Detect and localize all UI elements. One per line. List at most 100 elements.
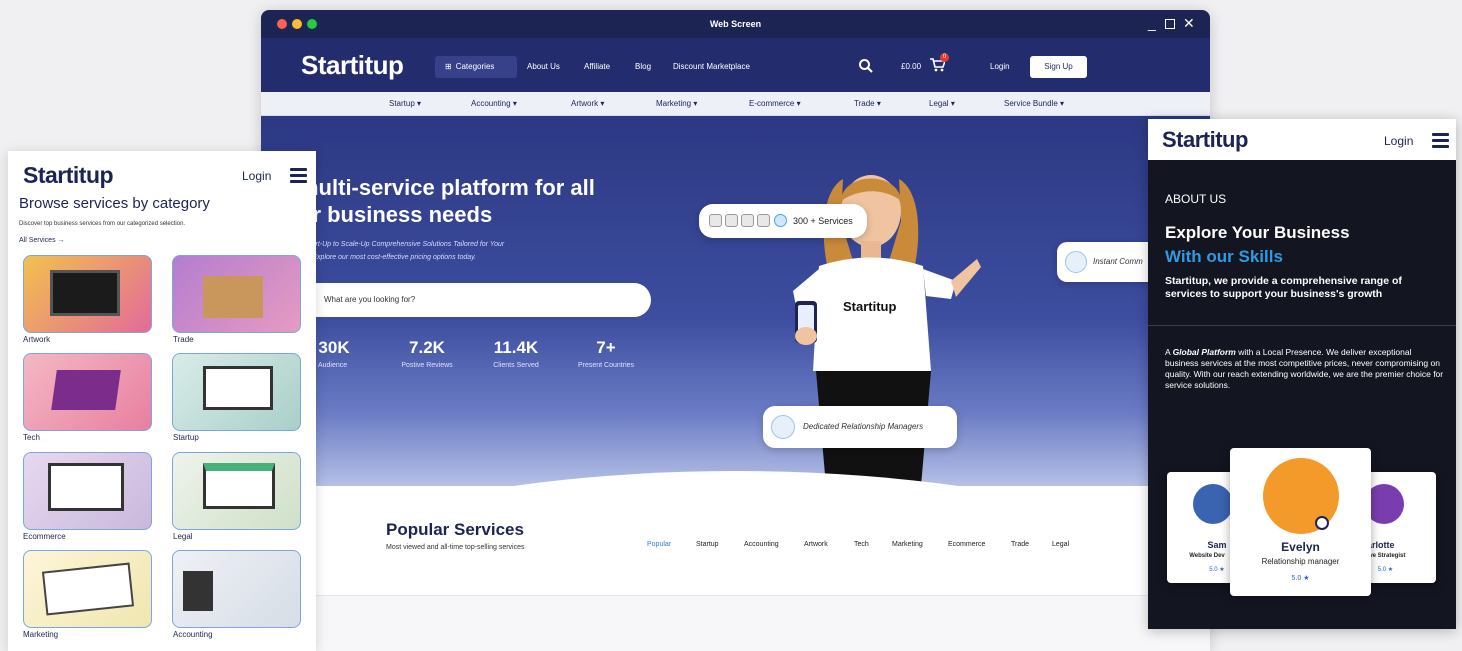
bottom-section <box>261 596 1210 651</box>
nav-link-affiliate[interactable]: Affiliate <box>584 56 610 78</box>
mobile-login-link[interactable]: Login <box>242 169 271 183</box>
tab-startup[interactable]: Startup <box>696 541 719 548</box>
category-label: Artwork <box>23 335 51 344</box>
category-card-artwork[interactable] <box>23 255 152 333</box>
category-trade[interactable]: Trade ▾ <box>854 92 881 116</box>
category-card-startup[interactable] <box>172 353 301 431</box>
service-icon <box>709 214 722 227</box>
caret-down-icon: ▾ <box>417 99 422 108</box>
monitor-image <box>50 270 120 316</box>
category-label: Startup <box>389 99 415 108</box>
team-name: Evelyn <box>1281 540 1320 554</box>
minimize-icon[interactable]: _ <box>1148 15 1156 31</box>
hero-wave <box>261 471 1210 486</box>
category-startup[interactable]: Startup ▾ <box>389 92 421 116</box>
calculator-image <box>183 571 213 611</box>
grid-icon: ⊞ <box>445 62 452 71</box>
signup-button[interactable]: Sign Up <box>1030 56 1087 78</box>
login-link[interactable]: Login <box>990 56 1010 78</box>
tab-accounting[interactable]: Accounting <box>744 541 779 548</box>
caret-down-icon: ▾ <box>876 99 881 108</box>
category-ecommerce[interactable]: E-commerce ▾ <box>749 92 801 116</box>
mobile-logo[interactable]: Startitup <box>23 162 114 189</box>
about-label: ABOUT US <box>1165 192 1227 206</box>
relationship-pill: Dedicated Relationship Managers <box>763 406 957 448</box>
close-icon[interactable]: ✕ <box>1183 15 1195 31</box>
category-service-bundle[interactable]: Service Bundle ▾ <box>1004 92 1064 116</box>
caret-down-icon: ▾ <box>950 99 955 108</box>
category-accounting[interactable]: Accounting ▾ <box>471 92 517 116</box>
nav-link-blog[interactable]: Blog <box>635 56 651 78</box>
tab-trade[interactable]: Trade <box>1011 541 1029 548</box>
category-card-trade[interactable] <box>172 255 301 333</box>
divider <box>1148 325 1456 326</box>
hero-section: multi-service platform for all ur busine… <box>261 116 1210 486</box>
stat-value: 11.4K <box>493 338 539 357</box>
category-label: Legal <box>173 532 193 541</box>
category-artwork[interactable]: Artwork ▾ <box>571 92 604 116</box>
nav-link-discount[interactable]: Discount Marketplace <box>673 56 750 78</box>
hero-title-line: multi-service platform for all <box>299 175 595 200</box>
category-bar: Startup ▾ Accounting ▾ Artwork ▾ Marketi… <box>261 92 1210 116</box>
category-legal[interactable]: Legal ▾ <box>929 92 955 116</box>
cart-badge: 0 <box>940 53 949 62</box>
hamburger-menu-icon[interactable] <box>1432 133 1449 148</box>
caret-down-icon: ▾ <box>600 99 605 108</box>
stat-value: 7.2K <box>409 338 445 357</box>
relationship-text: Dedicated Relationship Managers <box>803 422 924 431</box>
category-card-ecommerce[interactable] <box>23 452 152 530</box>
hero-search-input[interactable]: What are you looking for? <box>299 283 651 317</box>
team-card-sam[interactable]: Sam Website Dev 5.0 ★ <box>1167 472 1239 583</box>
category-label: Trade <box>173 335 194 344</box>
category-label: Trade <box>854 99 875 108</box>
maximize-icon[interactable] <box>1165 19 1175 29</box>
stat-label: Present Countries <box>577 362 635 369</box>
avatar <box>1193 484 1233 524</box>
browse-description: Discover top business services from our … <box>19 221 186 227</box>
mobile-header: Startitup Login <box>1148 119 1456 160</box>
hamburger-menu-icon[interactable] <box>290 168 307 183</box>
mobile-login-link[interactable]: Login <box>1384 134 1413 148</box>
hero-subtitle-line: s. Explore our most cost-effective prici… <box>305 254 477 261</box>
tab-popular[interactable]: Popular <box>647 541 671 548</box>
all-services-link[interactable]: All Services → <box>19 237 65 244</box>
service-icon <box>741 214 754 227</box>
tab-legal[interactable]: Legal <box>1052 541 1069 548</box>
categories-button[interactable]: ⊞ Categories <box>435 56 517 78</box>
category-card-legal[interactable] <box>172 452 301 530</box>
category-label: Accounting <box>173 630 213 639</box>
stat-value: 7+ <box>596 338 616 357</box>
category-card-marketing[interactable] <box>23 550 152 628</box>
laptop-image <box>41 562 135 616</box>
category-card-tech[interactable] <box>23 353 152 431</box>
services-count: 300 + Services <box>793 216 853 226</box>
category-card-accounting[interactable] <box>172 550 301 628</box>
tab-tech[interactable]: Tech <box>854 541 869 548</box>
laptop-image <box>48 463 124 511</box>
about-intro: Startitup, we provide a comprehensive ra… <box>1165 275 1402 300</box>
service-icon <box>725 214 738 227</box>
tab-marketing[interactable]: Marketing <box>892 541 923 548</box>
site-logo[interactable]: Startitup <box>301 50 404 81</box>
team-card-evelyn[interactable]: Evelyn Relationship manager 5.0 ★ <box>1230 448 1371 596</box>
mobile-logo[interactable]: Startitup <box>1162 127 1248 153</box>
verified-icon <box>1315 516 1329 530</box>
category-label: Tech <box>23 433 40 442</box>
search-icon[interactable] <box>858 58 874 74</box>
window-title: Web Screen <box>709 19 762 29</box>
category-marketing[interactable]: Marketing ▾ <box>656 92 697 116</box>
stat-value: 30K <box>318 338 350 357</box>
boxes-image <box>203 276 263 318</box>
tab-ecommerce[interactable]: Ecommerce <box>948 541 985 548</box>
nav-link-about[interactable]: About Us <box>527 56 560 78</box>
team-role: Relationship manager <box>1261 557 1340 566</box>
category-label: Artwork <box>571 99 599 108</box>
categories-label: Categories <box>455 62 495 71</box>
service-icon <box>757 214 770 227</box>
tab-artwork[interactable]: Artwork <box>804 541 828 548</box>
chat-icon <box>1065 251 1087 273</box>
hero-title: multi-service platform for all ur busine… <box>299 174 699 228</box>
category-label: Marketing <box>656 99 692 108</box>
top-navigation: Startitup ⊞ Categories About Us Affiliate… <box>261 38 1210 92</box>
popular-subtitle: Most viewed and all-time top-selling ser… <box>386 544 525 551</box>
